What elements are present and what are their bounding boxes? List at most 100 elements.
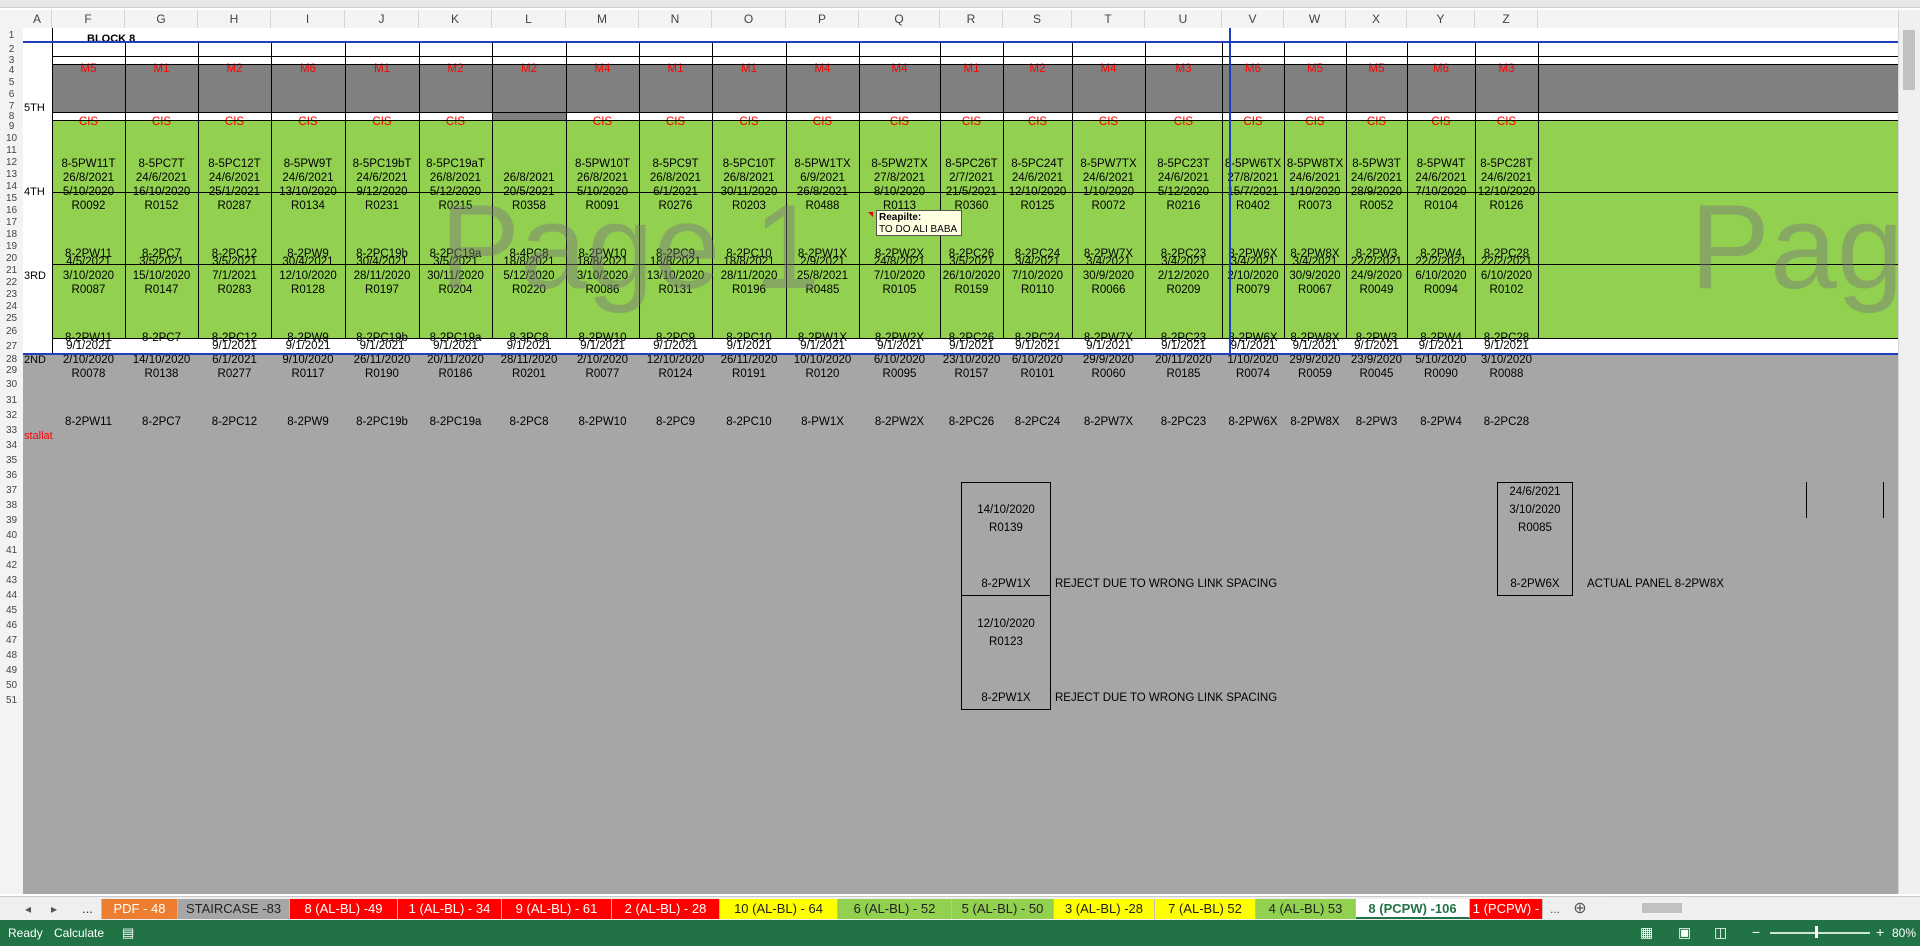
row-header-3[interactable]: 3	[0, 56, 23, 66]
normal-view-icon[interactable]: ▦	[1640, 924, 1653, 941]
row-header-41[interactable]: 41	[0, 542, 23, 557]
column-header-y[interactable]: Y	[1407, 10, 1475, 28]
sheet-tab[interactable]: 10 (AL-BL) - 64	[720, 899, 838, 919]
sheet-tab[interactable]: 1 (PCPW) -	[1470, 899, 1543, 919]
row-header-45[interactable]: 45	[0, 602, 23, 617]
row-header-5[interactable]: 5	[0, 76, 23, 88]
row-header-2[interactable]: 2	[0, 42, 23, 56]
row-header-27[interactable]: 27	[0, 338, 23, 354]
vertical-scroll-thumb[interactable]	[1903, 30, 1915, 90]
comment-box[interactable]: Reapilte: TO DO ALI BABA	[876, 210, 962, 236]
zoom-in-icon[interactable]: +	[1876, 924, 1884, 940]
zoom-level[interactable]: 80%	[1892, 926, 1916, 940]
column-header-l[interactable]: L	[492, 10, 566, 28]
next-sheet-icon[interactable]: ▸	[44, 899, 64, 919]
row-header-11[interactable]: 11	[0, 144, 23, 156]
row-header-19[interactable]: 19	[0, 240, 23, 252]
row-header-21[interactable]: 21	[0, 264, 23, 276]
row-header-9[interactable]: 9	[0, 120, 23, 132]
row-header-40[interactable]: 40	[0, 527, 23, 542]
row-header-48[interactable]: 48	[0, 647, 23, 662]
row-header-47[interactable]: 47	[0, 632, 23, 647]
column-header-p[interactable]: P	[786, 10, 859, 28]
column-header-g[interactable]: G	[125, 10, 198, 28]
row-header-10[interactable]: 10	[0, 132, 23, 144]
column-header-r[interactable]: R	[940, 10, 1003, 28]
row-header-31[interactable]: 31	[0, 392, 23, 407]
row-header-16[interactable]: 16	[0, 204, 23, 216]
prev-sheet-icon[interactable]: ◂	[18, 899, 38, 919]
sheet-tab[interactable]: 4 (AL-BL) 53	[1256, 899, 1356, 919]
row-header-14[interactable]: 14	[0, 180, 23, 192]
row-header-30[interactable]: 30	[0, 376, 23, 392]
row-header-12[interactable]: 12	[0, 156, 23, 168]
sheet-tab[interactable]: 9 (AL-BL) - 61	[502, 899, 612, 919]
sheet-tab[interactable]: 5 (AL-BL) - 50	[952, 899, 1054, 919]
sheet-tab[interactable]: STAIRCASE -83	[178, 899, 290, 919]
row-header-17[interactable]: 17	[0, 216, 23, 228]
column-header-t[interactable]: T	[1072, 10, 1145, 28]
column-header-q[interactable]: Q	[859, 10, 940, 28]
row-header-32[interactable]: 32	[0, 407, 23, 422]
column-header-s[interactable]: S	[1003, 10, 1072, 28]
zoom-slider-thumb[interactable]	[1815, 926, 1818, 938]
row-header-37[interactable]: 37	[0, 482, 23, 497]
add-sheet-icon[interactable]: ⊕	[1570, 899, 1590, 919]
column-header-u[interactable]: U	[1145, 10, 1222, 28]
column-header-j[interactable]: J	[345, 10, 419, 28]
zoom-slider[interactable]	[1770, 932, 1870, 934]
column-header-k[interactable]: K	[419, 10, 492, 28]
row-header-24[interactable]: 24	[0, 300, 23, 312]
row-header-33[interactable]: 33	[0, 422, 23, 437]
sheet-tab[interactable]: 6 (AL-BL) - 52	[838, 899, 952, 919]
row-header-46[interactable]: 46	[0, 617, 23, 632]
column-header-z[interactable]: Z	[1475, 10, 1538, 28]
column-header-a[interactable]: A	[23, 10, 52, 28]
row-header-39[interactable]: 39	[0, 512, 23, 527]
column-header-i[interactable]: I	[271, 10, 345, 28]
row-header-43[interactable]: 43	[0, 572, 23, 587]
column-header-o[interactable]: O	[712, 10, 786, 28]
row-header-23[interactable]: 23	[0, 288, 23, 300]
row-header-20[interactable]: 20	[0, 252, 23, 264]
row-header-29[interactable]: 29	[0, 364, 23, 376]
row-header-36[interactable]: 36	[0, 467, 23, 482]
row-header-22[interactable]: 22	[0, 276, 23, 288]
row-header-13[interactable]: 13	[0, 168, 23, 180]
sheet-tab[interactable]: 8 (AL-BL) -49	[290, 899, 398, 919]
row-header-42[interactable]: 42	[0, 557, 23, 572]
row-header-6[interactable]: 6	[0, 88, 23, 100]
accessibility-icon[interactable]: ▤	[122, 925, 134, 941]
status-calculate[interactable]: Calculate	[54, 926, 104, 940]
column-header-v[interactable]: V	[1222, 10, 1284, 28]
row-header-4[interactable]: 4	[0, 64, 23, 76]
sheet-tab[interactable]: ...	[74, 899, 102, 919]
row-header-50[interactable]: 50	[0, 677, 23, 692]
sheet-tab[interactable]: PDF - 48	[102, 899, 178, 919]
worksheet-grid[interactable]: BLOCK 8 5TH 4TH 3RD 2ND stallat M5 CIS 8-5PW11T 2…	[23, 28, 1898, 894]
row-header-38[interactable]: 38	[0, 497, 23, 512]
sheet-tab[interactable]: 8 (PCPW) -106	[1356, 899, 1470, 919]
row-header-35[interactable]: 35	[0, 452, 23, 467]
sheet-tab[interactable]: 1 (AL-BL) - 34	[398, 899, 502, 919]
page-layout-icon[interactable]: ▣	[1678, 924, 1691, 941]
page-break-icon[interactable]: ◫	[1714, 924, 1727, 941]
sheet-tab[interactable]: 3 (AL-BL) -28	[1054, 899, 1155, 919]
vertical-scrollbar[interactable]	[1898, 10, 1920, 894]
column-header-w[interactable]: W	[1284, 10, 1346, 28]
row-header-44[interactable]: 44	[0, 587, 23, 602]
row-header-28[interactable]: 28	[0, 354, 23, 365]
sheet-tab[interactable]: 2 (AL-BL) - 28	[612, 899, 720, 919]
horizontal-scroll-thumb[interactable]	[1642, 903, 1682, 913]
tab-more[interactable]: ...	[1545, 899, 1565, 919]
horizontal-scrollbar[interactable]	[1612, 900, 1894, 916]
row-header-25[interactable]: 25	[0, 312, 23, 324]
column-header-n[interactable]: N	[639, 10, 712, 28]
row-header-1[interactable]: 1	[0, 28, 23, 42]
row-header-51[interactable]: 51	[0, 692, 23, 707]
row-header-18[interactable]: 18	[0, 228, 23, 240]
row-header-34[interactable]: 34	[0, 437, 23, 452]
zoom-out-icon[interactable]: −	[1752, 924, 1760, 940]
column-header-h[interactable]: H	[198, 10, 271, 28]
column-header-x[interactable]: X	[1346, 10, 1407, 28]
